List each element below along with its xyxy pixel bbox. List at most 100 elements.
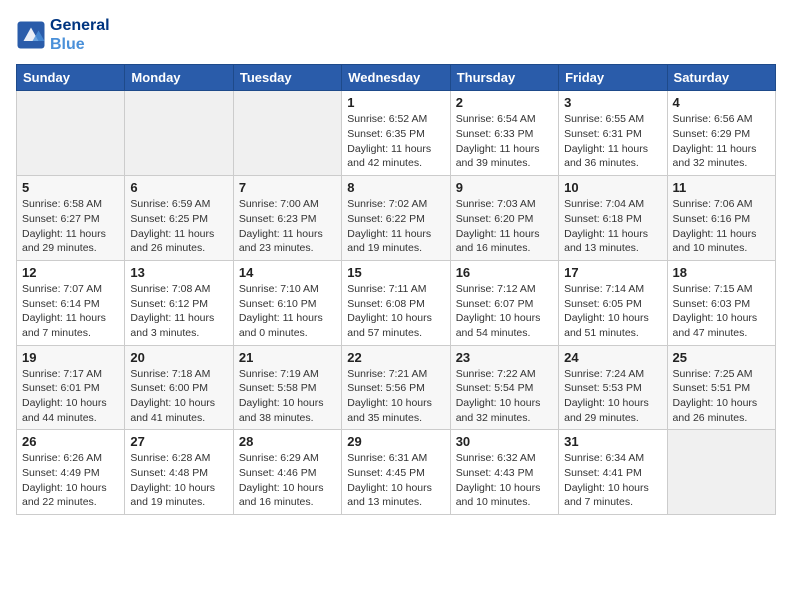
- logo-text: General Blue: [50, 16, 110, 54]
- day-info: Sunrise: 6:34 AM Sunset: 4:41 PM Dayligh…: [564, 451, 661, 510]
- day-info: Sunrise: 7:06 AM Sunset: 6:16 PM Dayligh…: [673, 197, 770, 256]
- day-info: Sunrise: 7:21 AM Sunset: 5:56 PM Dayligh…: [347, 367, 444, 426]
- day-number: 28: [239, 434, 336, 449]
- logo-icon: [16, 20, 46, 50]
- calendar-day-cell: 24 Sunrise: 7:24 AM Sunset: 5:53 PM Dayli…: [559, 345, 667, 430]
- calendar-day-cell: 6 Sunrise: 6:59 AM Sunset: 6:25 PM Daylig…: [125, 176, 233, 261]
- calendar-day-cell: 10 Sunrise: 7:04 AM Sunset: 6:18 PM Dayli…: [559, 176, 667, 261]
- page-header: General Blue: [16, 16, 776, 54]
- day-number: 2: [456, 95, 553, 110]
- calendar-week-row: 5 Sunrise: 6:58 AM Sunset: 6:27 PM Daylig…: [17, 176, 776, 261]
- day-number: 12: [22, 265, 119, 280]
- day-info: Sunrise: 7:22 AM Sunset: 5:54 PM Dayligh…: [456, 367, 553, 426]
- day-number: 7: [239, 180, 336, 195]
- day-number: 20: [130, 350, 227, 365]
- calendar-day-cell: 25 Sunrise: 7:25 AM Sunset: 5:51 PM Dayli…: [667, 345, 775, 430]
- day-info: Sunrise: 7:24 AM Sunset: 5:53 PM Dayligh…: [564, 367, 661, 426]
- day-info: Sunrise: 7:11 AM Sunset: 6:08 PM Dayligh…: [347, 282, 444, 341]
- calendar-day-cell: 13 Sunrise: 7:08 AM Sunset: 6:12 PM Dayli…: [125, 260, 233, 345]
- day-number: 8: [347, 180, 444, 195]
- calendar-day-cell: 31 Sunrise: 6:34 AM Sunset: 4:41 PM Dayli…: [559, 430, 667, 515]
- day-info: Sunrise: 7:25 AM Sunset: 5:51 PM Dayligh…: [673, 367, 770, 426]
- calendar-day-cell: 18Sunrise: 7:15 AM Sunset: 6:03 PM Dayli…: [667, 260, 775, 345]
- day-info: Sunrise: 7:12 AM Sunset: 6:07 PM Dayligh…: [456, 282, 553, 341]
- calendar-day-cell: 7 Sunrise: 7:00 AM Sunset: 6:23 PM Daylig…: [233, 176, 341, 261]
- day-info: Sunrise: 7:07 AM Sunset: 6:14 PM Dayligh…: [22, 282, 119, 341]
- day-info: Sunrise: 6:26 AM Sunset: 4:49 PM Dayligh…: [22, 451, 119, 510]
- calendar-day-cell: [17, 91, 125, 176]
- day-number: 11: [673, 180, 770, 195]
- day-number: 1: [347, 95, 444, 110]
- calendar-week-row: 19Sunrise: 7:17 AM Sunset: 6:01 PM Dayli…: [17, 345, 776, 430]
- day-info: Sunrise: 7:00 AM Sunset: 6:23 PM Dayligh…: [239, 197, 336, 256]
- day-number: 6: [130, 180, 227, 195]
- calendar-day-cell: 19Sunrise: 7:17 AM Sunset: 6:01 PM Dayli…: [17, 345, 125, 430]
- logo: General Blue: [16, 16, 110, 54]
- day-number: 13: [130, 265, 227, 280]
- day-number: 9: [456, 180, 553, 195]
- day-number: 4: [673, 95, 770, 110]
- day-info: Sunrise: 6:29 AM Sunset: 4:46 PM Dayligh…: [239, 451, 336, 510]
- calendar-day-header: Sunday: [17, 65, 125, 91]
- calendar-day-cell: [667, 430, 775, 515]
- day-number: 25: [673, 350, 770, 365]
- calendar-day-cell: 4Sunrise: 6:56 AM Sunset: 6:29 PM Daylig…: [667, 91, 775, 176]
- day-number: 31: [564, 434, 661, 449]
- calendar-table: SundayMondayTuesdayWednesdayThursdayFrid…: [16, 64, 776, 515]
- calendar-day-header: Tuesday: [233, 65, 341, 91]
- day-info: Sunrise: 7:15 AM Sunset: 6:03 PM Dayligh…: [673, 282, 770, 341]
- day-number: 5: [22, 180, 119, 195]
- calendar-day-cell: 3Sunrise: 6:55 AM Sunset: 6:31 PM Daylig…: [559, 91, 667, 176]
- calendar-day-cell: 26 Sunrise: 6:26 AM Sunset: 4:49 PM Dayli…: [17, 430, 125, 515]
- day-info: Sunrise: 6:31 AM Sunset: 4:45 PM Dayligh…: [347, 451, 444, 510]
- day-info: Sunrise: 6:28 AM Sunset: 4:48 PM Dayligh…: [130, 451, 227, 510]
- calendar-body: 1 Sunrise: 6:52 AM Sunset: 6:35 PM Daylig…: [17, 91, 776, 515]
- calendar-day-cell: 20 Sunrise: 7:18 AM Sunset: 6:00 PM Dayli…: [125, 345, 233, 430]
- calendar-header: SundayMondayTuesdayWednesdayThursdayFrid…: [17, 65, 776, 91]
- day-number: 19: [22, 350, 119, 365]
- calendar-day-cell: 17 Sunrise: 7:14 AM Sunset: 6:05 PM Dayli…: [559, 260, 667, 345]
- calendar-day-cell: 8 Sunrise: 7:02 AM Sunset: 6:22 PM Daylig…: [342, 176, 450, 261]
- day-number: 26: [22, 434, 119, 449]
- calendar-day-cell: 2Sunrise: 6:54 AM Sunset: 6:33 PM Daylig…: [450, 91, 558, 176]
- calendar-week-row: 1 Sunrise: 6:52 AM Sunset: 6:35 PM Daylig…: [17, 91, 776, 176]
- calendar-day-cell: [125, 91, 233, 176]
- day-number: 27: [130, 434, 227, 449]
- calendar-day-header: Friday: [559, 65, 667, 91]
- calendar-day-cell: 28 Sunrise: 6:29 AM Sunset: 4:46 PM Dayli…: [233, 430, 341, 515]
- day-number: 29: [347, 434, 444, 449]
- calendar-day-header: Saturday: [667, 65, 775, 91]
- calendar-header-row: SundayMondayTuesdayWednesdayThursdayFrid…: [17, 65, 776, 91]
- day-info: Sunrise: 6:59 AM Sunset: 6:25 PM Dayligh…: [130, 197, 227, 256]
- calendar-day-cell: 15Sunrise: 7:11 AM Sunset: 6:08 PM Dayli…: [342, 260, 450, 345]
- day-info: Sunrise: 7:10 AM Sunset: 6:10 PM Dayligh…: [239, 282, 336, 341]
- calendar-day-cell: 14 Sunrise: 7:10 AM Sunset: 6:10 PM Dayli…: [233, 260, 341, 345]
- day-info: Sunrise: 7:04 AM Sunset: 6:18 PM Dayligh…: [564, 197, 661, 256]
- day-number: 30: [456, 434, 553, 449]
- day-number: 10: [564, 180, 661, 195]
- day-number: 22: [347, 350, 444, 365]
- calendar-day-cell: 29 Sunrise: 6:31 AM Sunset: 4:45 PM Dayli…: [342, 430, 450, 515]
- day-info: Sunrise: 7:14 AM Sunset: 6:05 PM Dayligh…: [564, 282, 661, 341]
- day-info: Sunrise: 6:58 AM Sunset: 6:27 PM Dayligh…: [22, 197, 119, 256]
- day-number: 21: [239, 350, 336, 365]
- day-number: 14: [239, 265, 336, 280]
- calendar-day-cell: 22 Sunrise: 7:21 AM Sunset: 5:56 PM Dayli…: [342, 345, 450, 430]
- calendar-day-cell: 9 Sunrise: 7:03 AM Sunset: 6:20 PM Daylig…: [450, 176, 558, 261]
- day-number: 17: [564, 265, 661, 280]
- day-number: 16: [456, 265, 553, 280]
- calendar-day-cell: [233, 91, 341, 176]
- day-info: Sunrise: 6:55 AM Sunset: 6:31 PM Dayligh…: [564, 112, 661, 171]
- calendar-day-cell: 27 Sunrise: 6:28 AM Sunset: 4:48 PM Dayli…: [125, 430, 233, 515]
- day-info: Sunrise: 7:03 AM Sunset: 6:20 PM Dayligh…: [456, 197, 553, 256]
- day-info: Sunrise: 7:08 AM Sunset: 6:12 PM Dayligh…: [130, 282, 227, 341]
- day-info: Sunrise: 7:18 AM Sunset: 6:00 PM Dayligh…: [130, 367, 227, 426]
- calendar-day-cell: 11 Sunrise: 7:06 AM Sunset: 6:16 PM Dayli…: [667, 176, 775, 261]
- calendar-day-cell: 5 Sunrise: 6:58 AM Sunset: 6:27 PM Daylig…: [17, 176, 125, 261]
- day-number: 24: [564, 350, 661, 365]
- calendar-day-cell: 23Sunrise: 7:22 AM Sunset: 5:54 PM Dayli…: [450, 345, 558, 430]
- calendar-day-cell: 21Sunrise: 7:19 AM Sunset: 5:58 PM Dayli…: [233, 345, 341, 430]
- day-info: Sunrise: 6:52 AM Sunset: 6:35 PM Dayligh…: [347, 112, 444, 171]
- calendar-week-row: 26 Sunrise: 6:26 AM Sunset: 4:49 PM Dayli…: [17, 430, 776, 515]
- day-info: Sunrise: 7:02 AM Sunset: 6:22 PM Dayligh…: [347, 197, 444, 256]
